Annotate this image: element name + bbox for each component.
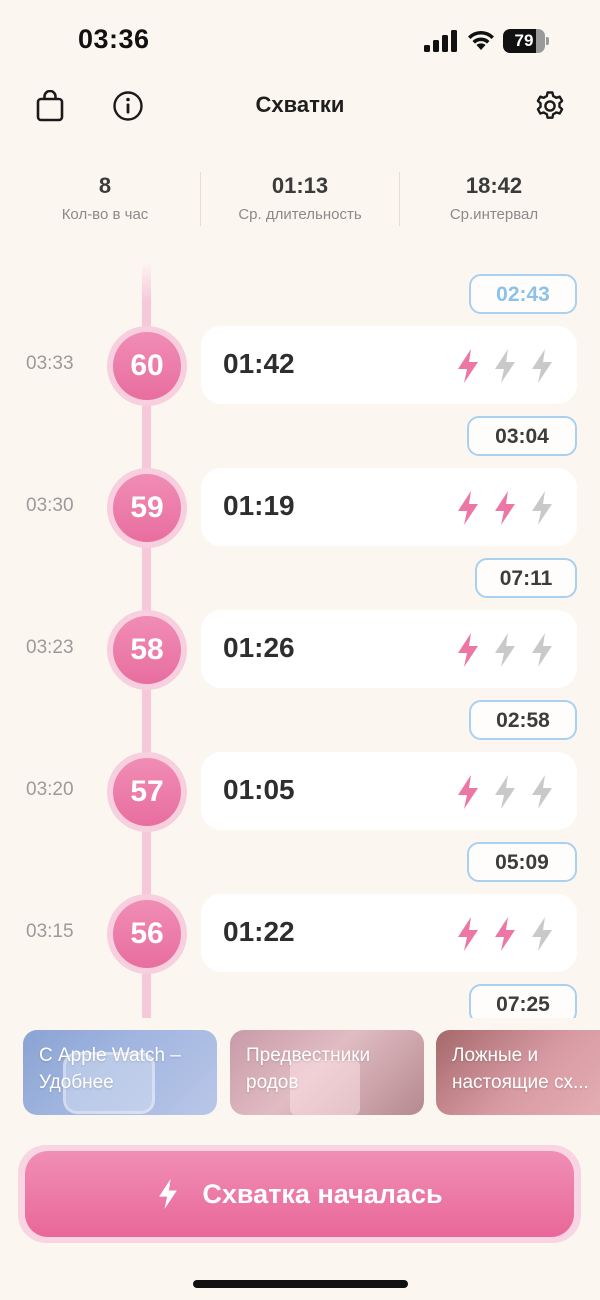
contraction-number-badge: 58 — [107, 610, 187, 690]
interval-pill: 03:04 — [467, 416, 577, 456]
contraction-card[interactable]: 01:05 — [201, 752, 577, 830]
contraction-number-badge: 59 — [107, 468, 187, 548]
bolt-icon[interactable] — [529, 348, 555, 384]
contraction-start-time: 03:30 — [26, 495, 74, 516]
contraction-number: 60 — [113, 332, 181, 400]
intensity-rating[interactable] — [455, 348, 555, 384]
tip-card-false-contractions[interactable]: Ложные и настоящие сх... — [436, 1030, 600, 1115]
tip-title: Ложные и настоящие сх... — [452, 1045, 589, 1093]
bolt-icon[interactable] — [529, 632, 555, 668]
settings-button[interactable] — [528, 84, 572, 128]
bolt-icon — [159, 1178, 178, 1210]
tips-carousel[interactable]: С Apple Watch – Удобнее Предвестники род… — [0, 1030, 600, 1116]
stat-label: Ср.интервал — [449, 206, 539, 223]
interval-pill: 07:25 — [469, 984, 577, 1018]
status-time: 03:36 — [78, 24, 150, 54]
interval-pill: 05:09 — [467, 842, 577, 882]
intensity-rating[interactable] — [455, 632, 555, 668]
bolt-icon[interactable] — [455, 632, 481, 668]
bolt-icon[interactable] — [492, 632, 518, 668]
contraction-number: 56 — [113, 900, 181, 968]
contraction-started-button[interactable]: Схватка началась — [25, 1151, 574, 1237]
contraction-duration: 01:26 — [223, 632, 295, 663]
contraction-card[interactable]: 01:26 — [201, 610, 577, 688]
contraction-number: 58 — [113, 616, 181, 684]
contraction-duration: 01:22 — [223, 916, 295, 947]
bolt-icon[interactable] — [455, 348, 481, 384]
contraction-number: 59 — [113, 474, 181, 542]
stat-value: 18:42 — [465, 173, 523, 198]
app-screen: 03:36 79 Схватки 8 Кол-во в час 01:13 Ср… — [0, 0, 600, 1300]
bolt-icon[interactable] — [529, 916, 555, 952]
cellular-signal-icon — [424, 30, 457, 52]
bolt-icon[interactable] — [492, 348, 518, 384]
contraction-card[interactable]: 01:42 — [201, 326, 577, 404]
bolt-icon[interactable] — [492, 916, 518, 952]
contraction-number-badge: 57 — [107, 752, 187, 832]
main-button-label: Схватка началась — [202, 1178, 443, 1209]
home-indicator — [193, 1280, 408, 1288]
contraction-timeline[interactable]: 02:43 03:33 60 01:42 03:04 03:30 59 01:1… — [0, 262, 600, 1018]
contraction-number-badge: 60 — [107, 326, 187, 406]
bolt-icon[interactable] — [455, 774, 481, 810]
contraction-row[interactable]: 03:30 59 01:19 — [0, 467, 600, 548]
tip-card-apple-watch[interactable]: С Apple Watch – Удобнее — [23, 1030, 217, 1115]
battery-percent: 79 — [514, 31, 534, 50]
contraction-row[interactable]: 03:33 60 01:42 — [0, 325, 600, 406]
bolt-icon[interactable] — [529, 774, 555, 810]
contraction-number-badge: 56 — [107, 894, 187, 974]
stat-avg-duration: 01:13 Ср. длительность — [200, 170, 400, 223]
contraction-duration: 01:42 — [223, 348, 295, 379]
main-button-outline: Схватка началась — [18, 1145, 581, 1243]
page-title: Схватки — [255, 92, 345, 117]
bolt-icon[interactable] — [529, 490, 555, 526]
contraction-start-time: 03:20 — [26, 779, 74, 800]
stat-label: Ср. длительность — [238, 206, 362, 223]
interval-pill: 07:11 — [475, 558, 577, 598]
contraction-start-time: 03:23 — [26, 637, 74, 658]
contraction-start-time: 03:33 — [26, 353, 74, 374]
bolt-icon[interactable] — [492, 490, 518, 526]
interval-pill: 02:58 — [469, 700, 577, 740]
stats-panel: 8 Кол-во в час 01:13 Ср. длительность 18… — [0, 170, 600, 230]
stat-avg-interval: 18:42 Ср.интервал — [394, 170, 594, 223]
contraction-row[interactable]: 03:15 56 01:22 — [0, 893, 600, 974]
contraction-start-time: 03:15 — [26, 921, 74, 942]
intensity-rating[interactable] — [455, 916, 555, 952]
contraction-row[interactable]: 03:23 58 01:26 — [0, 609, 600, 690]
bolt-icon[interactable] — [455, 490, 481, 526]
stat-value: 8 — [98, 173, 112, 198]
running-interval: 02:43 — [469, 274, 577, 314]
contraction-duration: 01:05 — [223, 774, 295, 805]
contraction-card[interactable]: 01:22 — [201, 894, 577, 972]
stat-value: 01:13 — [271, 173, 329, 198]
app-header: Схватки — [0, 80, 600, 132]
tip-card-labor-signs[interactable]: Предвестники родов — [230, 1030, 424, 1115]
tip-title: С Apple Watch – Удобнее — [39, 1045, 181, 1093]
contraction-card[interactable]: 01:19 — [201, 468, 577, 546]
stat-per-hour: 8 Кол-во в час — [5, 170, 205, 223]
wifi-icon — [468, 30, 494, 50]
contraction-row[interactable]: 03:20 57 01:05 — [0, 751, 600, 832]
contraction-duration: 01:19 — [223, 490, 295, 521]
intensity-rating[interactable] — [455, 774, 555, 810]
gear-icon — [536, 91, 564, 119]
intensity-rating[interactable] — [455, 490, 555, 526]
stat-label: Кол-во в час — [61, 206, 149, 223]
battery-icon: 79 — [503, 29, 549, 53]
tip-title: Предвестники родов — [246, 1045, 371, 1093]
status-bar: 03:36 79 — [0, 0, 600, 80]
bolt-icon[interactable] — [455, 916, 481, 952]
bolt-icon[interactable] — [492, 774, 518, 810]
contraction-number: 57 — [113, 758, 181, 826]
